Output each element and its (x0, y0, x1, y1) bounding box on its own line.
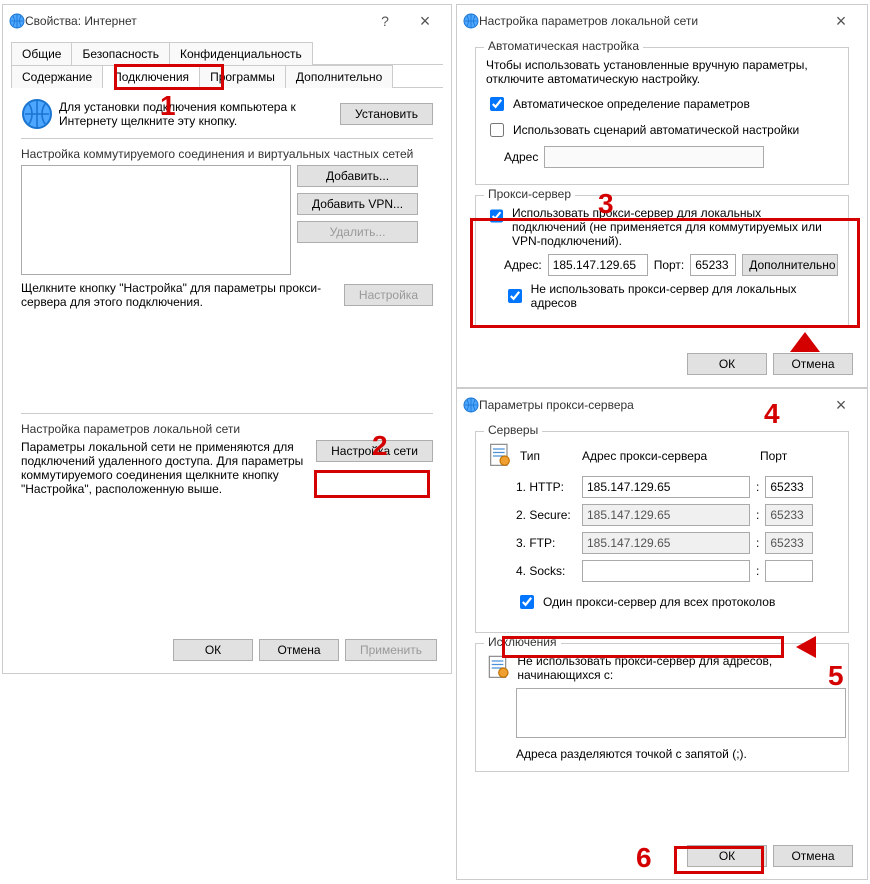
proxy-row-address[interactable] (582, 476, 750, 498)
tab-privacy[interactable]: Конфиденциальность (169, 42, 313, 65)
exceptions-hint: Адреса разделяются точкой с запятой (;). (516, 747, 838, 761)
lan-note: Параметры локальной сети не применяются … (21, 440, 310, 496)
auto-config-label: Автоматическая настройка (484, 39, 643, 53)
proxy-row-port (765, 532, 813, 554)
ok-button[interactable]: ОК (173, 639, 253, 661)
setup-button[interactable]: Установить (340, 103, 433, 125)
proxy-address-label: Адрес: (504, 258, 542, 272)
add-vpn-button[interactable]: Добавить VPN... (297, 193, 418, 215)
ok-button[interactable]: ОК (687, 353, 767, 375)
type-header: Тип (520, 449, 576, 463)
tab-general[interactable]: Общие (11, 42, 72, 65)
cancel-button[interactable]: Отмена (259, 639, 339, 661)
close-button[interactable]: × (821, 6, 861, 36)
exceptions-icon (486, 654, 511, 682)
bypass-local-label: Не использовать прокси-сервер для локаль… (531, 282, 838, 310)
proxy-label: Прокси-сервер (484, 187, 575, 201)
tab-content[interactable]: Содержание (11, 65, 103, 88)
auto-note: Чтобы использовать установленные вручную… (486, 58, 838, 86)
bypass-local-checkbox[interactable] (508, 289, 522, 303)
annotation-arrow-5 (796, 632, 860, 662)
internet-properties-window: Свойства: Интернет ? × Общие Безопасност… (2, 4, 452, 674)
proxy-row-label: 4. Socks: (516, 564, 576, 578)
dial-settings-button: Настройка (344, 284, 433, 306)
script-address-input (544, 146, 764, 168)
proxy-row-port[interactable] (765, 476, 813, 498)
address-header: Адрес прокси-сервера (582, 449, 754, 463)
window-title: Настройка параметров локальной сети (479, 14, 821, 28)
tabs-row1: Общие Безопасность Конфиденциальность (11, 41, 443, 65)
ok-button[interactable]: ОК (687, 845, 767, 867)
setup-text: Для установки подключения компьютера к И… (59, 100, 334, 128)
annotation-num-6: 6 (636, 842, 652, 874)
proxy-row-label: 2. Secure: (516, 508, 576, 522)
tab-connections[interactable]: Подключения (102, 65, 200, 88)
proxy-row-port (765, 504, 813, 526)
tab-programs[interactable]: Программы (199, 65, 286, 88)
exceptions-label: Исключения (484, 635, 561, 649)
servers-label: Серверы (484, 423, 542, 437)
globe-icon (463, 13, 479, 29)
proxy-row-address[interactable] (582, 560, 750, 582)
cancel-button[interactable]: Отмена (773, 845, 853, 867)
delete-button: Удалить... (297, 221, 418, 243)
dial-note: Щелкните кнопку "Настройка" для параметр… (21, 281, 338, 309)
apply-button: Применить (345, 639, 437, 661)
lan-settings-window: Настройка параметров локальной сети × Ав… (456, 4, 868, 388)
help-button[interactable]: ? (365, 6, 405, 36)
proxy-row-address (582, 532, 750, 554)
globe-icon (463, 397, 479, 413)
annotation-num-1: 1 (160, 90, 176, 122)
use-proxy-label: Использовать прокси-сервер для локальных… (512, 206, 838, 248)
use-proxy-checkbox[interactable] (490, 209, 503, 223)
close-button[interactable]: × (405, 6, 445, 36)
auto-detect-label: Автоматическое определение параметров (513, 97, 750, 111)
window-title: Свойства: Интернет (25, 14, 365, 28)
proxy-row-label: 1. HTTP: (516, 480, 576, 494)
auto-script-checkbox[interactable] (490, 123, 504, 137)
proxy-row-address (582, 504, 750, 526)
annotation-num-5: 5 (828, 660, 844, 692)
exceptions-note: Не использовать прокси-сервер для адресо… (517, 654, 838, 682)
annotation-num-2: 2 (372, 430, 388, 462)
add-button[interactable]: Добавить... (297, 165, 418, 187)
dial-label: Настройка коммутируемого соединения и ви… (21, 147, 433, 161)
auto-detect-checkbox[interactable] (490, 97, 504, 111)
tabs-row2: Содержание Подключения Программы Дополни… (11, 64, 443, 88)
annotation-num-4: 4 (764, 398, 780, 430)
proxy-port-input[interactable] (690, 254, 736, 276)
globe-icon (9, 13, 25, 29)
proxy-row-port[interactable] (765, 560, 813, 582)
connection-icon (21, 98, 53, 130)
connections-listbox[interactable] (21, 165, 291, 275)
exceptions-textarea[interactable] (516, 688, 846, 738)
same-proxy-label: Один прокси-сервер для всех протоколов (543, 595, 775, 609)
address-label: Адрес (504, 150, 538, 164)
auto-script-label: Использовать сценарий автоматической нас… (513, 123, 799, 137)
annotation-num-3: 3 (598, 188, 614, 220)
servers-icon (486, 442, 514, 470)
proxy-row-label: 3. FTP: (516, 536, 576, 550)
proxy-address-input[interactable] (548, 254, 648, 276)
tab-security[interactable]: Безопасность (71, 42, 170, 65)
same-proxy-checkbox[interactable] (520, 595, 534, 609)
annotation-arrow-4 (780, 332, 830, 396)
proxy-port-label: Порт: (654, 258, 685, 272)
tab-advanced[interactable]: Дополнительно (285, 65, 393, 88)
advanced-button[interactable]: Дополнительно (742, 254, 838, 276)
port-header: Порт (760, 449, 787, 463)
